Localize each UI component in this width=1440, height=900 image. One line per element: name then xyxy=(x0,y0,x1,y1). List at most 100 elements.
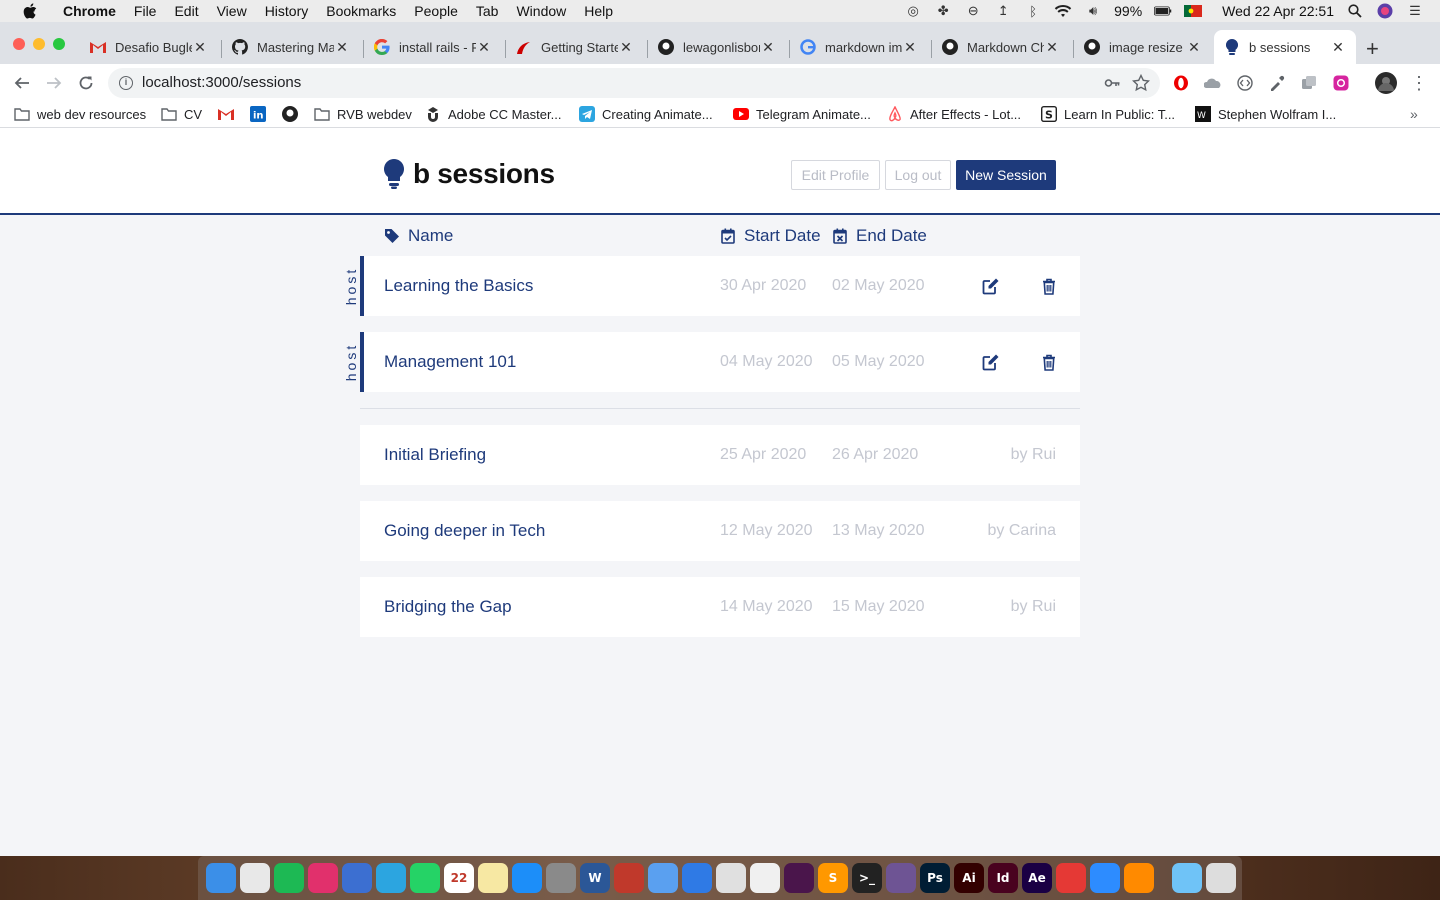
dock-app-icon[interactable]: W xyxy=(580,863,610,893)
close-tab-icon[interactable]: ✕ xyxy=(1330,39,1346,56)
dock-app-icon[interactable] xyxy=(512,863,542,893)
address-url[interactable]: localhost:3000/sessions xyxy=(142,68,301,98)
profile-avatar[interactable] xyxy=(1375,72,1397,94)
upload-icon[interactable]: ↥ xyxy=(994,3,1012,18)
back-button[interactable] xyxy=(11,72,33,94)
bookmark-stephen-wolfram[interactable]: W Stephen Wolfram I... xyxy=(1195,106,1336,122)
dock-app-icon[interactable] xyxy=(410,863,440,893)
tab-image-resize[interactable]: image resize i ✕ xyxy=(1082,30,1210,64)
dock-app-icon[interactable]: >_ xyxy=(852,863,882,893)
bookmark-rvb-webdev[interactable]: RVB webdev xyxy=(314,106,412,122)
brand-logo[interactable]: b sessions xyxy=(383,158,555,190)
edit-profile-button[interactable]: Edit Profile xyxy=(791,160,880,190)
dock-app-icon[interactable]: Ps xyxy=(920,863,950,893)
menu-history[interactable]: History xyxy=(256,0,318,22)
tab-install-rails[interactable]: install rails - F ✕ xyxy=(372,30,500,64)
dock-app-icon[interactable] xyxy=(1206,863,1236,893)
session-row[interactable]: Initial Briefing 25 Apr 2020 26 Apr 2020… xyxy=(360,425,1080,485)
dock-app-icon[interactable] xyxy=(274,863,304,893)
bookmark-creating-animate[interactable]: Creating Animate... xyxy=(579,106,713,122)
tab-mastering[interactable]: Mastering Ma ✕ xyxy=(230,30,358,64)
dock-app-icon[interactable] xyxy=(546,863,576,893)
dock-app-icon[interactable] xyxy=(1056,863,1086,893)
notification-center-icon[interactable]: ☰ xyxy=(1406,3,1424,18)
new-tab-button[interactable]: + xyxy=(1366,36,1379,62)
battery-icon[interactable] xyxy=(1154,4,1172,18)
menu-tab[interactable]: Tab xyxy=(467,0,508,22)
dock-app-icon[interactable] xyxy=(342,863,372,893)
instagram-extension-icon[interactable] xyxy=(1332,74,1350,92)
dock-app-icon[interactable]: S xyxy=(818,863,848,893)
column-header-end-date[interactable]: End Date xyxy=(832,226,927,246)
bluetooth-icon[interactable]: ᛒ xyxy=(1024,4,1042,19)
dock-app-icon[interactable] xyxy=(1124,863,1154,893)
reload-button[interactable] xyxy=(75,72,97,94)
dock-app-icon[interactable] xyxy=(1172,863,1202,893)
menu-app-name[interactable]: Chrome xyxy=(54,0,125,22)
bookmark-github[interactable] xyxy=(282,106,298,122)
menu-window[interactable]: Window xyxy=(507,0,575,22)
grid-icon[interactable]: ✤ xyxy=(934,3,952,18)
close-tab-icon[interactable]: ✕ xyxy=(902,39,918,56)
close-tab-icon[interactable]: ✕ xyxy=(476,39,492,56)
dock-app-icon[interactable]: 22 xyxy=(444,863,474,893)
dock-app-icon[interactable] xyxy=(716,863,746,893)
session-name[interactable]: Learning the Basics xyxy=(384,256,533,316)
column-header-name[interactable]: Name xyxy=(384,226,453,246)
bookmark-web-dev-resources[interactable]: web dev resources xyxy=(14,106,146,122)
edit-icon[interactable] xyxy=(981,276,1001,296)
dock-app-icon[interactable] xyxy=(478,863,508,893)
key-icon[interactable] xyxy=(1104,75,1120,96)
menu-file[interactable]: File xyxy=(125,0,166,22)
close-window-button[interactable] xyxy=(13,38,25,50)
session-row[interactable]: Management 101 04 May 2020 05 May 2020 xyxy=(360,332,1080,392)
tab-gmail[interactable]: Desafio Bugle ✕ xyxy=(88,30,216,64)
fullscreen-window-button[interactable] xyxy=(53,38,65,50)
drive-extension-icon[interactable] xyxy=(1204,74,1222,92)
close-tab-icon[interactable]: ✕ xyxy=(760,39,776,56)
flag-icon[interactable] xyxy=(1184,4,1203,18)
dock-app-icon[interactable] xyxy=(308,863,338,893)
bookmark-adobe-cc[interactable]: Adobe CC Master... xyxy=(425,106,561,122)
glasses-icon[interactable]: ⊖ xyxy=(964,3,982,18)
address-bar[interactable]: i localhost:3000/sessions xyxy=(108,68,1160,98)
menu-people[interactable]: People xyxy=(405,0,467,22)
dock-app-icon[interactable] xyxy=(750,863,780,893)
bookmark-gmail[interactable] xyxy=(218,106,234,122)
dock-app-icon[interactable] xyxy=(648,863,678,893)
dock-app-icon[interactable] xyxy=(206,863,236,893)
close-tab-icon[interactable]: ✕ xyxy=(334,39,350,56)
session-name[interactable]: Going deeper in Tech xyxy=(384,501,545,561)
dock-app-icon[interactable] xyxy=(1090,863,1120,893)
new-session-button[interactable]: New Session xyxy=(956,160,1056,190)
menu-bookmarks[interactable]: Bookmarks xyxy=(317,0,405,22)
dock-app-icon[interactable] xyxy=(376,863,406,893)
spotlight-search-icon[interactable] xyxy=(1346,4,1364,18)
tab-getting-started[interactable]: Getting Starte ✕ xyxy=(514,30,642,64)
menubar-datetime[interactable]: Wed 22 Apr 22:51 xyxy=(1222,3,1334,19)
bookmark-learn-in-public[interactable]: S Learn In Public: T... xyxy=(1041,106,1175,122)
chrome-menu-icon[interactable]: ⋮ xyxy=(1410,74,1428,92)
trash-icon[interactable] xyxy=(1039,352,1059,372)
trash-icon[interactable] xyxy=(1039,276,1059,296)
menu-edit[interactable]: Edit xyxy=(165,0,207,22)
menu-view[interactable]: View xyxy=(208,0,256,22)
dock-app-icon[interactable] xyxy=(886,863,916,893)
close-tab-icon[interactable]: ✕ xyxy=(192,39,208,56)
bookmark-linkedin[interactable]: in xyxy=(250,106,266,122)
session-row[interactable]: Going deeper in Tech 12 May 2020 13 May … xyxy=(360,501,1080,561)
session-name[interactable]: Initial Briefing xyxy=(384,425,486,485)
more-bookmarks-icon[interactable]: » xyxy=(1410,106,1418,122)
close-tab-icon[interactable]: ✕ xyxy=(1186,39,1202,56)
bookmark-after-effects[interactable]: After Effects - Lot... xyxy=(887,106,1021,122)
dock-app-icon[interactable]: Ae xyxy=(1022,863,1052,893)
dock-app-icon[interactable]: Id xyxy=(988,863,1018,893)
edit-icon[interactable] xyxy=(981,352,1001,372)
tab-markdown-cheatsheet[interactable]: Markdown Ch ✕ xyxy=(940,30,1068,64)
close-tab-icon[interactable]: ✕ xyxy=(618,39,634,56)
wifi-icon[interactable] xyxy=(1054,4,1072,18)
eyedropper-extension-icon[interactable] xyxy=(1268,74,1286,92)
session-row[interactable]: Bridging the Gap 14 May 2020 15 May 2020… xyxy=(360,577,1080,637)
session-name[interactable]: Bridging the Gap xyxy=(384,577,512,637)
column-header-start-date[interactable]: Start Date xyxy=(720,226,821,246)
